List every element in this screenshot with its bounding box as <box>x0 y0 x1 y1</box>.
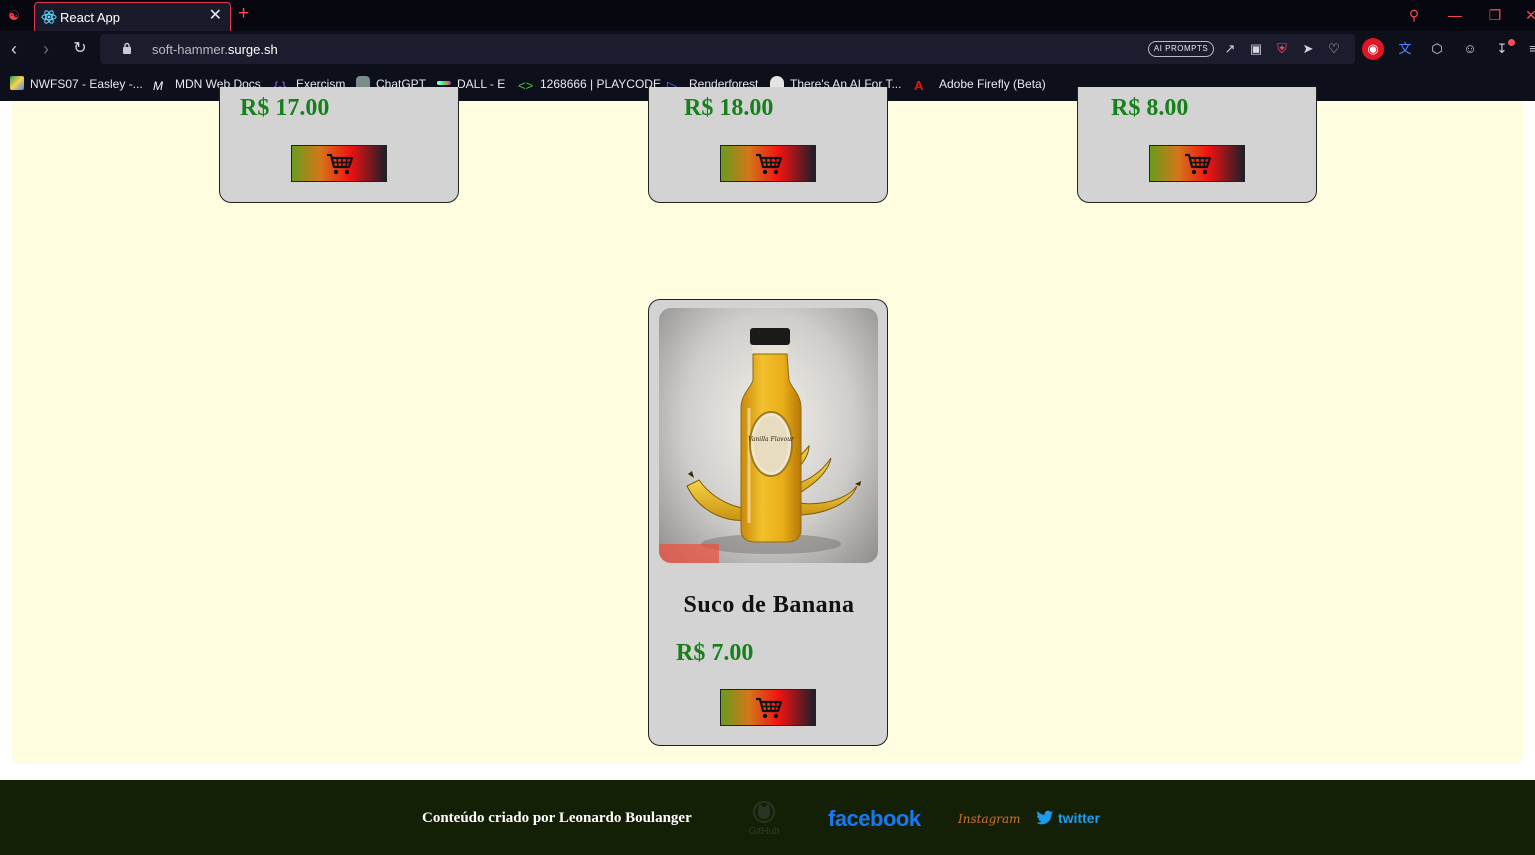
product-price: R$ 18.00 <box>684 95 774 121</box>
add-to-cart-button[interactable] <box>291 145 387 182</box>
instagram-link[interactable]: Instagram <box>958 810 1021 828</box>
bottle-label-text: Vanilla Flavour <box>748 436 795 443</box>
cart-icon <box>327 153 354 175</box>
ai-prompts-button[interactable]: AI PROMPTS <box>1148 41 1214 57</box>
share-icon[interactable]: ↗ <box>1221 40 1239 58</box>
instagram-logo: Instagram <box>958 812 1021 826</box>
tab-bar: ☯ React App ✕ + ⚲ — ❐ ✕ <box>0 0 1535 31</box>
adobe-icon: A <box>914 78 924 93</box>
tab-react-app[interactable]: React App ✕ <box>34 2 231 31</box>
new-tab-icon[interactable]: + <box>238 3 249 25</box>
browser-chrome: ☯ React App ✕ + ⚲ — ❐ ✕ ‹ › ↻ soft-hamme… <box>0 0 1535 101</box>
footer-credit: Conteúdo criado por Leonardo Boulanger <box>422 810 692 826</box>
add-to-cart-button[interactable] <box>720 689 816 726</box>
github-label: GitHub <box>748 826 780 836</box>
twitter-link[interactable]: twitter <box>1036 809 1116 829</box>
product-price: R$ 7.00 <box>676 640 754 666</box>
send-icon[interactable]: ➤ <box>1299 40 1317 58</box>
cart-icon <box>1185 153 1212 175</box>
product-card: R$ 18.00 <box>648 87 888 203</box>
site-footer: Conteúdo criado por Leonardo Boulanger G… <box>0 780 1535 855</box>
translate-icon[interactable]: 文 <box>1394 38 1416 60</box>
product-card-suco-de-banana: Vanilla Flavour Suco de Banana R$ 7.00 <box>648 299 888 746</box>
bookmark-nwfs07[interactable]: NWFS07 - Easley -... <box>10 75 143 93</box>
shield-icon[interactable]: ⛨ <box>1273 40 1291 58</box>
bookmark-label: DALL - E <box>457 77 506 91</box>
bookmark-adobe-firefly[interactable]: A Adobe Firefly (Beta) <box>914 75 1046 93</box>
github-icon: GitHub <box>748 801 780 837</box>
bookmark-label: Adobe Firefly (Beta) <box>939 77 1046 91</box>
forward-icon[interactable]: › <box>36 39 56 59</box>
add-to-cart-button[interactable] <box>720 145 816 182</box>
product-image: Vanilla Flavour <box>659 308 878 563</box>
product-price: R$ 8.00 <box>1111 95 1189 121</box>
back-icon[interactable]: ‹ <box>4 39 24 59</box>
bookmark-playcode[interactable]: <> 1268666 | PLAYCODE <box>518 75 661 93</box>
playcode-icon: <> <box>518 78 534 93</box>
extensions-cube-icon[interactable]: ⬡ <box>1426 38 1448 60</box>
product-card: R$ 17.00 <box>219 87 459 203</box>
camera-icon[interactable]: ▣ <box>1247 40 1265 58</box>
close-window-icon[interactable]: ✕ <box>1522 6 1535 24</box>
tab-title: React App <box>60 10 120 25</box>
mdn-icon: M <box>153 79 163 93</box>
opera-gx-menu-icon[interactable]: ☯ <box>6 8 22 24</box>
banana-juice-bottle-image: Vanilla Flavour <box>659 328 861 563</box>
product-card: R$ 8.00 <box>1077 87 1317 203</box>
google-drive-icon <box>10 76 24 90</box>
facebook-link[interactable]: facebook <box>828 806 921 832</box>
heart-icon[interactable]: ♡ <box>1325 40 1343 58</box>
twitter-bird-icon <box>1036 810 1054 825</box>
github-link[interactable]: GitHub <box>744 800 784 837</box>
cart-icon <box>756 153 783 175</box>
facebook-logo: facebook <box>828 806 921 831</box>
extension-record-icon[interactable]: ◉ <box>1362 38 1384 60</box>
react-icon <box>41 10 57 24</box>
profile-icon[interactable]: ☺ <box>1459 38 1481 60</box>
search-icon[interactable]: ⚲ <box>1405 6 1423 24</box>
close-tab-icon[interactable]: ✕ <box>209 7 222 25</box>
add-to-cart-button[interactable] <box>1149 145 1245 182</box>
product-price: R$ 17.00 <box>240 95 330 121</box>
reload-icon[interactable]: ↻ <box>70 39 90 59</box>
lock-icon <box>123 42 131 54</box>
product-title: Suco de Banana <box>683 592 855 618</box>
url-field[interactable]: soft-hammer.surge.sh AI PROMPTS ↗ ▣ ⛨ ➤ … <box>100 34 1355 64</box>
url-text: soft-hammer.surge.sh <box>152 42 278 57</box>
menu-icon[interactable]: ≡ <box>1522 38 1535 60</box>
page-content: R$ 17.00 R$ 18.00 R$ 8.00 Vanilla Flavou… <box>0 87 1535 855</box>
download-badge <box>1508 39 1515 46</box>
bookmark-label: 1268666 | PLAYCODE <box>540 77 661 91</box>
address-bar-row: ‹ › ↻ soft-hammer.surge.sh AI PROMPTS ↗ … <box>0 31 1535 67</box>
twitter-label: twitter <box>1058 810 1100 826</box>
minimize-icon[interactable]: — <box>1446 6 1464 24</box>
restore-icon[interactable]: ❐ <box>1486 6 1504 24</box>
dall-e-icon <box>437 81 451 85</box>
bookmark-label: NWFS07 - Easley -... <box>30 77 143 91</box>
cart-icon <box>756 697 783 719</box>
product-catalog: R$ 17.00 R$ 18.00 R$ 8.00 Vanilla Flavou… <box>12 87 1523 764</box>
